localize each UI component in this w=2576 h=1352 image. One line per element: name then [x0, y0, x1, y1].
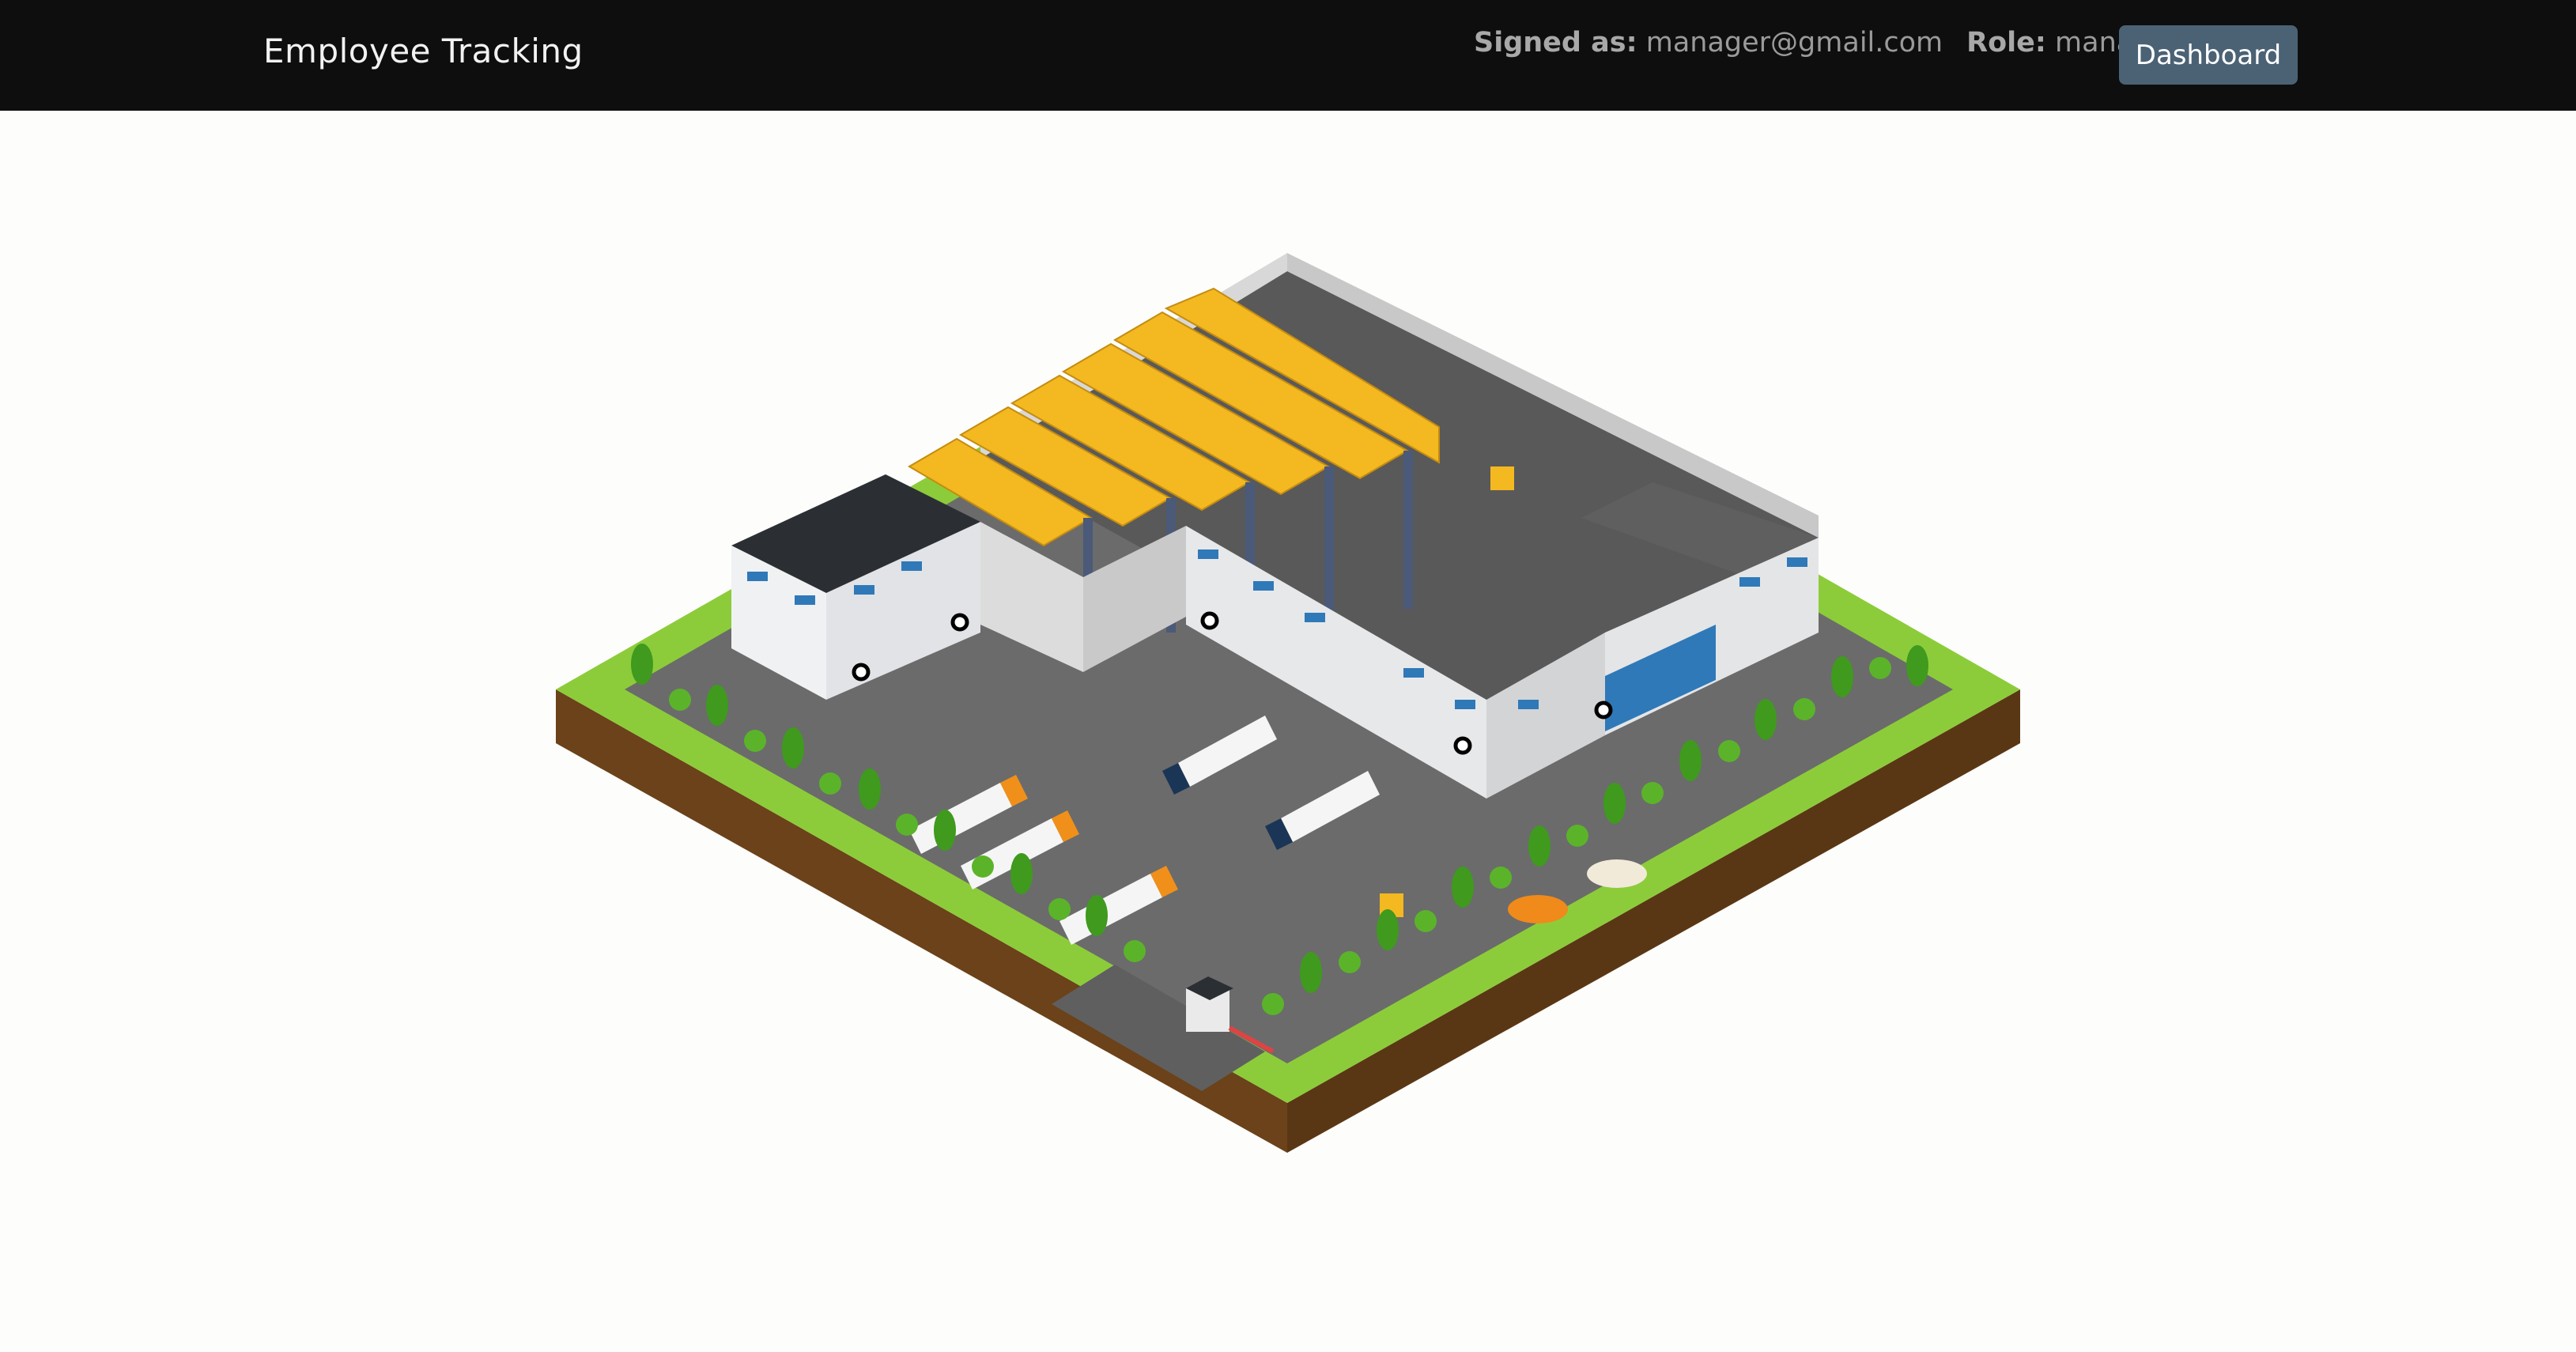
signed-as-label: Signed as:	[1474, 27, 1637, 59]
bush	[1566, 825, 1588, 847]
bush	[1641, 782, 1664, 804]
rack-upright	[1403, 451, 1413, 609]
bush	[1048, 898, 1071, 920]
signed-as-value: manager@gmail.com	[1645, 27, 1943, 59]
role-label: Role:	[1966, 27, 2046, 59]
bush	[1869, 657, 1891, 679]
brand-link[interactable]: Employee Tracking	[263, 32, 584, 70]
tree	[1831, 656, 1853, 697]
car	[1508, 895, 1568, 923]
location-marker[interactable]	[852, 663, 871, 682]
window	[1253, 581, 1274, 591]
bush	[896, 814, 918, 836]
forklift	[1490, 466, 1514, 490]
window	[1455, 700, 1475, 709]
car	[1587, 859, 1647, 888]
location-marker[interactable]	[1594, 701, 1613, 719]
tree	[782, 727, 804, 769]
bush	[972, 855, 994, 878]
bush	[819, 772, 841, 795]
window	[1305, 613, 1325, 622]
bush	[1124, 940, 1146, 962]
warehouse-map-illustration	[556, 253, 2020, 1153]
window	[1787, 557, 1807, 567]
tree	[706, 685, 728, 726]
tree	[934, 810, 956, 851]
top-navbar: Employee Tracking Signed as: manager@gma…	[0, 0, 2576, 111]
tree	[1452, 867, 1474, 908]
tree	[631, 644, 653, 685]
window	[901, 561, 922, 571]
bush	[1262, 993, 1284, 1015]
bush	[1415, 910, 1437, 932]
tree	[1603, 783, 1626, 824]
window	[747, 572, 768, 581]
bush	[744, 730, 766, 752]
tree	[859, 769, 881, 810]
tree	[1010, 853, 1033, 894]
user-info: Signed as: manager@gmail.com Role: manag…	[1474, 27, 2179, 59]
location-marker[interactable]	[1200, 611, 1219, 630]
window	[1739, 577, 1760, 587]
tree	[1377, 909, 1399, 950]
warehouse-map	[0, 111, 2576, 1352]
window	[1198, 549, 1218, 559]
bush	[1718, 740, 1740, 762]
window	[1403, 668, 1424, 678]
window	[795, 595, 815, 605]
tree	[1086, 895, 1108, 936]
tree	[1300, 952, 1322, 993]
tree	[1679, 740, 1702, 781]
bush	[669, 689, 691, 711]
bush	[1490, 867, 1512, 889]
dashboard-button[interactable]: Dashboard	[2119, 25, 2298, 85]
tree	[1754, 699, 1777, 740]
location-marker[interactable]	[950, 613, 969, 632]
tree	[1528, 825, 1551, 867]
window	[854, 585, 874, 595]
bush	[1339, 951, 1361, 973]
location-marker[interactable]	[1453, 736, 1472, 755]
window	[1518, 700, 1539, 709]
bush	[1793, 698, 1815, 720]
signed-as: Signed as: manager@gmail.com	[1474, 27, 1943, 59]
tree	[1906, 645, 1928, 686]
